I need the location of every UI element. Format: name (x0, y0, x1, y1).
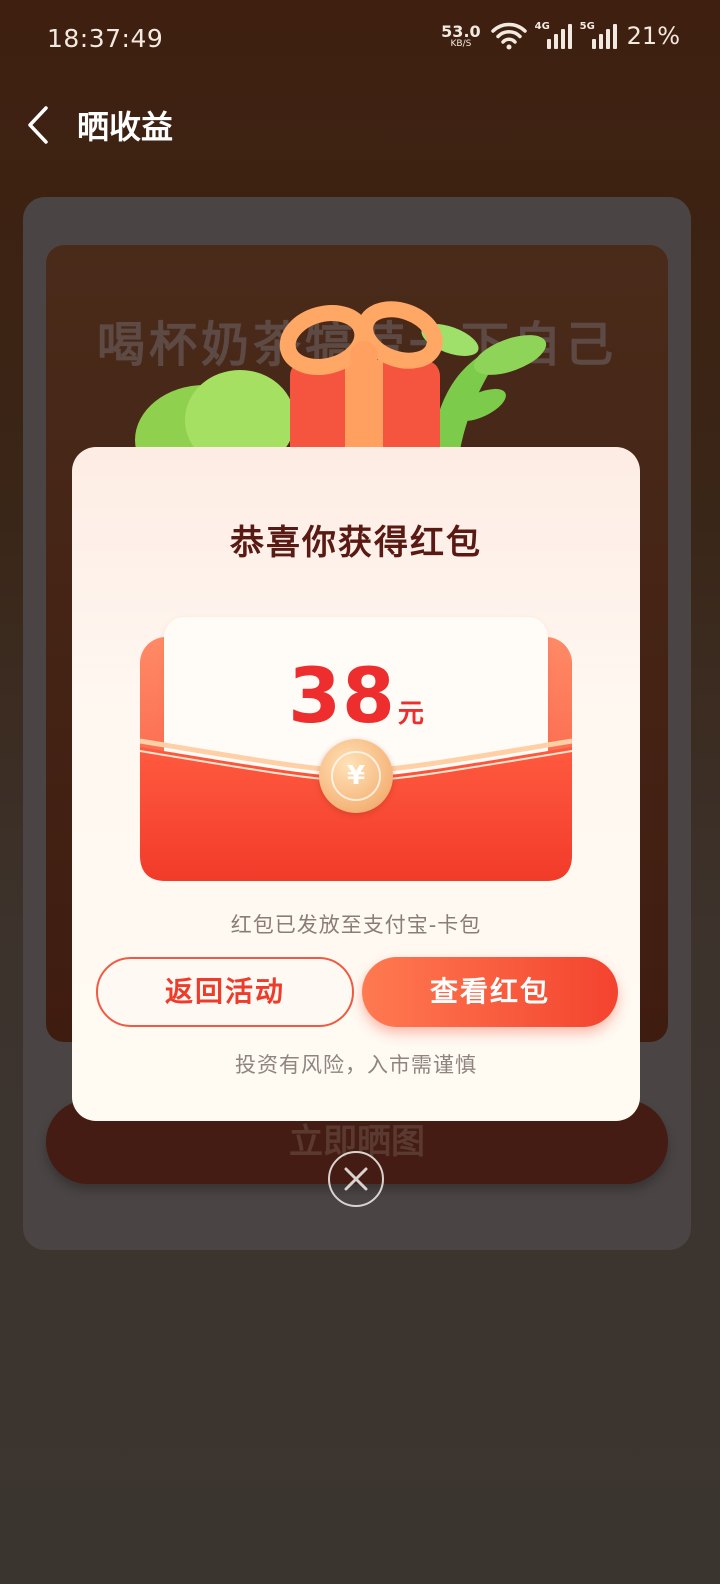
return-to-activity-button[interactable]: 返回活动 (96, 957, 354, 1027)
chevron-left-icon (28, 106, 48, 144)
battery-level: 21% (626, 22, 680, 50)
modal-title: 恭喜你获得红包 (230, 523, 482, 563)
delivery-note: 红包已发放至支付宝-卡包 (230, 913, 482, 937)
wifi-icon (490, 22, 527, 50)
network-speed-value: 53.0 (441, 21, 481, 41)
network-speed: 53.0 KB/S (441, 21, 481, 49)
header: 晒收益 (0, 90, 720, 160)
back-button[interactable] (20, 102, 60, 148)
network-speed-unit: KB/S (450, 38, 472, 49)
risk-disclaimer: 投资有风险，入市需谨慎 (235, 1053, 477, 1077)
yuan-seal: ¥ (319, 739, 393, 813)
red-envelope: 38元 ¥ (140, 617, 572, 881)
view-red-packet-button[interactable]: 查看红包 (362, 957, 618, 1027)
cellular-5g-icon: 5G (579, 21, 617, 49)
status-time: 18:37:49 (47, 24, 164, 53)
yuan-icon: ¥ (331, 751, 381, 801)
cellular-4g-label: 4G (534, 21, 550, 32)
gift-box-illustration (135, 301, 547, 460)
status-bar: 18:37:49 53.0 KB/S 4G 5G 21% (0, 0, 720, 80)
cellular-5g-label: 5G (579, 21, 595, 32)
page-title: 晒收益 (77, 108, 174, 146)
cellular-4g-icon: 4G (534, 21, 572, 49)
red-packet-modal: 恭喜你获得红包 38元 ¥ 红包已发放至支付宝-卡包 返回活动 查看红包 投资有… (72, 447, 640, 1121)
close-modal-button[interactable] (328, 1151, 384, 1207)
status-icons: 53.0 KB/S 4G 5G 21% (441, 21, 680, 50)
close-icon (344, 1167, 368, 1191)
